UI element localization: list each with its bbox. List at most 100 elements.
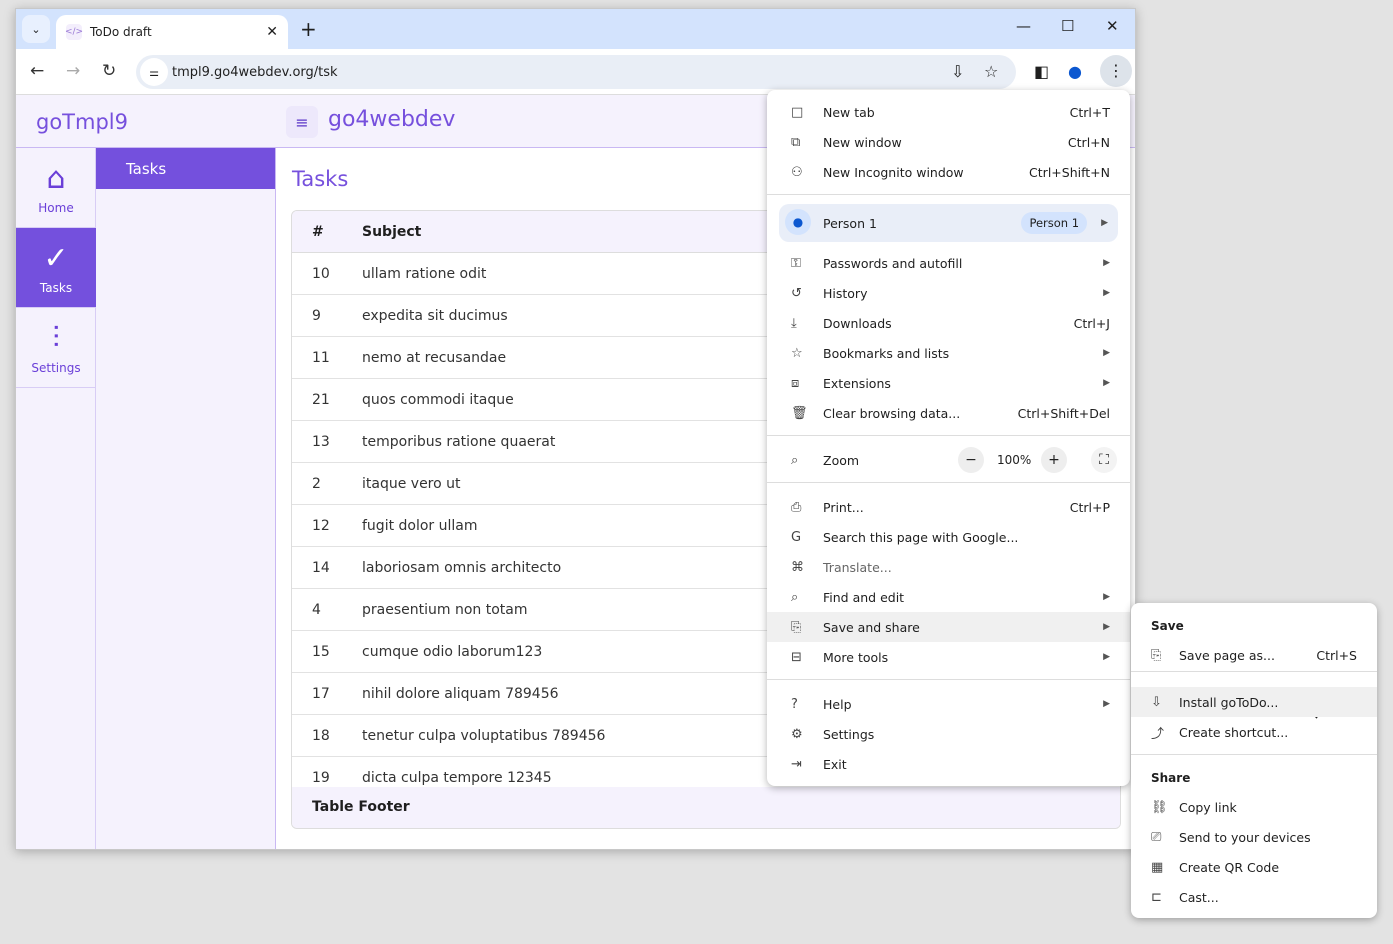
menu-item-downloads[interactable]: ⤓ Downloads Ctrl+J: [767, 308, 1130, 338]
col-number[interactable]: #: [292, 224, 362, 240]
menu-item-help[interactable]: ? Help ▶: [767, 689, 1130, 719]
tab-search-button[interactable]: ⌄: [22, 15, 50, 43]
shortcut: Ctrl+Shift+Del: [1017, 405, 1110, 421]
menu-icon: ⚇: [791, 164, 803, 180]
rail-settings[interactable]: ⫶ Settings: [16, 308, 96, 388]
menu-icon: ⇥: [791, 756, 802, 772]
menu-item-new-tab[interactable]: □ New tab Ctrl+T: [767, 97, 1130, 127]
zoom-value: 100%: [997, 453, 1032, 467]
arrow-right-icon: ▶: [1103, 258, 1110, 268]
rail-tasks[interactable]: ✓ Tasks: [16, 228, 96, 308]
zoom-in-button[interactable]: +: [1041, 447, 1067, 473]
home-icon: ⌂: [46, 160, 66, 196]
menu-kebab-icon[interactable]: ⋮: [1100, 55, 1132, 87]
menu-item-search-this-page-with-google[interactable]: G Search this page with Google...: [767, 522, 1130, 552]
submenu-item-create-shortcut[interactable]: ⤴ Create shortcut...: [1131, 717, 1377, 747]
person-icon: ●: [785, 209, 811, 235]
tab-active[interactable]: </> ToDo draft ✕: [56, 15, 288, 49]
shortcut: Ctrl+J: [1073, 315, 1110, 331]
menu-icon: ⎙: [791, 499, 802, 515]
cell-subject: tenetur culpa voluptatibus 789456: [362, 727, 606, 744]
menu-item-more-tools[interactable]: ⊟ More tools ▶: [767, 642, 1130, 672]
new-tab-button[interactable]: +: [300, 17, 317, 41]
arrow-right-icon: ▶: [1103, 348, 1110, 358]
site-info-icon[interactable]: ⚌: [140, 58, 168, 86]
menu-item-extensions[interactable]: ⧈ Extensions ▶: [767, 368, 1130, 398]
menu-icon: □: [791, 104, 804, 120]
cell-subject: nihil dolore aliquam 789456: [362, 685, 559, 702]
divider: [767, 482, 1130, 483]
app-brand: goTmpl9: [16, 95, 276, 148]
menu-item-translate[interactable]: ⌘ Translate...: [767, 552, 1130, 582]
cell-subject: nemo at recusandae: [362, 349, 507, 366]
submenu-item-tasks[interactable]: Tasks: [96, 148, 275, 189]
submenu-item-send-to-your-devices[interactable]: ⎚ Send to your devices: [1131, 822, 1377, 852]
profile-avatar[interactable]: ●: [1068, 62, 1082, 81]
menu-icon: ⌘: [791, 559, 804, 575]
menu-item-save-and-share[interactable]: ⎘ Save and share ▶: [767, 612, 1130, 642]
check-circle-icon: ✓: [43, 240, 69, 276]
menu-icon: G: [791, 529, 802, 545]
cell-subject: expedita sit ducimus: [362, 307, 508, 324]
submenu-item-save-page-as[interactable]: ⎘ Save page as... Ctrl+S: [1131, 640, 1377, 670]
back-button[interactable]: ←: [30, 61, 44, 81]
menu-item-new-window[interactable]: ⧉ New window Ctrl+N: [767, 127, 1130, 157]
fullscreen-button[interactable]: ⛶: [1091, 447, 1117, 473]
menu-item-exit[interactable]: ⇥ Exit: [767, 749, 1130, 779]
cell-number: 12: [312, 517, 330, 534]
menu-icon: ?: [791, 696, 798, 712]
minimize-button[interactable]: —: [1016, 17, 1031, 35]
address-bar[interactable]: ⚌ tmpl9.go4webdev.org/tsk: [136, 55, 1016, 89]
close-tab-icon[interactable]: ✕: [266, 24, 278, 40]
save-share-submenu: Save Share ↖ ⎘Save page as...Ctrl+S⇩Inst…: [1131, 603, 1377, 918]
cell-subject: dicta culpa tempore 12345: [362, 769, 552, 786]
menu-item-find-and-edit[interactable]: ⌕ Find and edit ▶: [767, 582, 1130, 612]
arrow-right-icon: ▶: [1103, 699, 1110, 709]
menu-item-history[interactable]: ↺ History ▶: [767, 278, 1130, 308]
rail-home[interactable]: ⌂ Home: [16, 148, 96, 228]
cell-subject: fugit dolor ullam: [362, 517, 478, 534]
forward-button[interactable]: →: [66, 61, 80, 81]
side-panel-icon[interactable]: ◧: [1034, 62, 1049, 81]
hamburger-icon[interactable]: ≡: [286, 106, 318, 138]
arrow-right-icon: ▶: [1103, 622, 1110, 632]
submenu-item-create-qr-code[interactable]: ▦ Create QR Code: [1131, 852, 1377, 882]
reload-button[interactable]: ↻: [102, 61, 116, 81]
menu-item-new-incognito-window[interactable]: ⚇ New Incognito window Ctrl+Shift+N: [767, 157, 1130, 187]
shortcut: Ctrl+N: [1067, 134, 1110, 150]
maximize-button[interactable]: ☐: [1061, 17, 1074, 35]
divider: [767, 194, 1130, 195]
cell-number: 15: [312, 643, 330, 660]
zoom-out-button[interactable]: −: [958, 447, 984, 473]
url-text: tmpl9.go4webdev.org/tsk: [172, 64, 338, 80]
close-window-button[interactable]: ✕: [1106, 17, 1119, 35]
menu-icon: ☆: [791, 345, 803, 361]
sliders-icon: ⫶: [52, 320, 60, 356]
submenu-item-install-gotodo[interactable]: ⇩ Install goToDo...: [1131, 687, 1377, 717]
divider: [767, 679, 1130, 680]
cell-number: 2: [312, 475, 321, 492]
toolbar: ← → ↻ ⚌ tmpl9.go4webdev.org/tsk ⇩ ☆ ◧ ● …: [16, 49, 1135, 95]
menu-item-passwords-and-autofill[interactable]: ⚿ Passwords and autofill ▶: [767, 248, 1130, 278]
menu-item-bookmarks-and-lists[interactable]: ☆ Bookmarks and lists ▶: [767, 338, 1130, 368]
menu-item-clear-browsing-data[interactable]: 🗑 Clear browsing data... Ctrl+Shift+Del: [767, 398, 1130, 428]
shortcut: Ctrl+S: [1316, 647, 1357, 663]
submenu-item-cast[interactable]: ⊏ Cast...: [1131, 882, 1377, 912]
install-app-icon[interactable]: ⇩: [951, 62, 964, 81]
divider: [767, 435, 1130, 436]
menu-icon: ⚙: [791, 726, 803, 742]
divider: [1131, 671, 1377, 672]
menu-item-settings[interactable]: ⚙ Settings: [767, 719, 1130, 749]
person-chip: Person 1: [1021, 212, 1088, 234]
browser-menu: ● Person 1 Person 1 ▶ ⌕ Zoom − 100% + ⛶ …: [767, 90, 1130, 786]
bookmark-star-icon[interactable]: ☆: [984, 62, 998, 81]
arrow-right-icon: ▶: [1101, 218, 1108, 228]
menu-item-print[interactable]: ⎙ Print... Ctrl+P: [767, 492, 1130, 522]
col-subject[interactable]: Subject: [362, 224, 421, 240]
cell-subject: praesentium non totam: [362, 601, 528, 618]
menu-person[interactable]: ● Person 1 Person 1 ▶: [779, 204, 1118, 242]
menu-icon: ⤓: [791, 315, 797, 331]
arrow-right-icon: ▶: [1103, 288, 1110, 298]
cell-number: 13: [312, 433, 330, 450]
submenu-item-copy-link[interactable]: ⛓ Copy link: [1131, 792, 1377, 822]
